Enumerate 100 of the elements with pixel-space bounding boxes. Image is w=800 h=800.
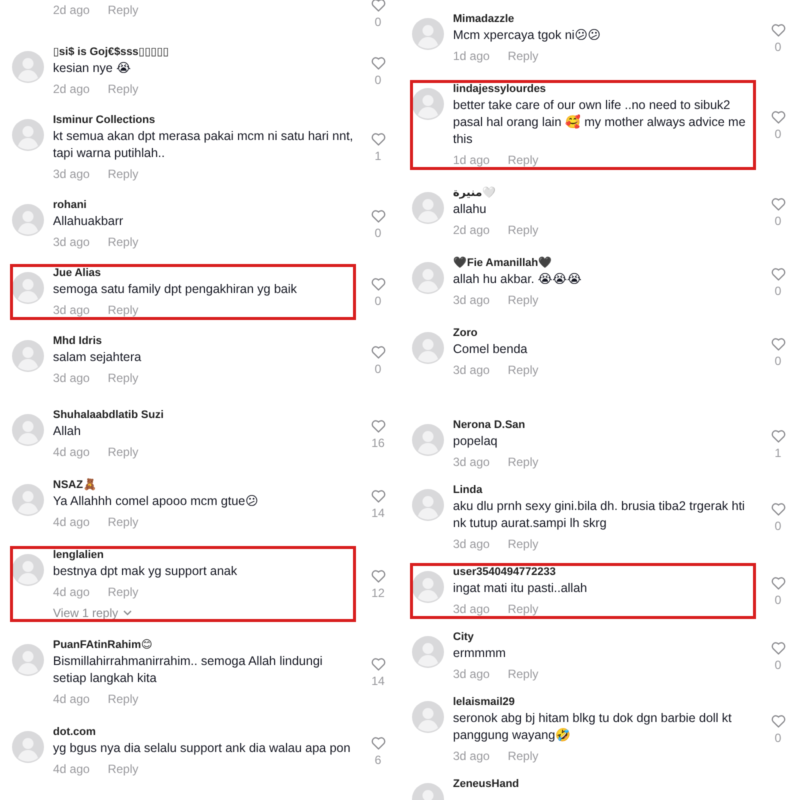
- reply-link[interactable]: Reply: [508, 362, 538, 378]
- reply-link[interactable]: Reply: [108, 584, 138, 600]
- comment-text: Allah: [53, 423, 82, 440]
- username[interactable]: rohani: [53, 198, 357, 213]
- comment-time: 3d ago: [453, 748, 490, 764]
- like-icon[interactable]: [770, 196, 786, 210]
- like-count: 0: [374, 226, 382, 240]
- username[interactable]: Zoro: [453, 326, 757, 341]
- like-icon[interactable]: [770, 576, 786, 590]
- reply-link[interactable]: Reply: [508, 748, 538, 764]
- comment-text: allah hu akbar. 😭😭😭: [453, 271, 583, 288]
- comment-text: yg bgus nya dia selalu support ank dia walau apa pon: [53, 740, 352, 757]
- like-icon[interactable]: [370, 344, 386, 358]
- comment-time: 3d ago: [453, 666, 490, 682]
- like-icon[interactable]: [370, 208, 386, 222]
- reply-link[interactable]: Reply: [508, 152, 538, 168]
- avatar-icon: [412, 262, 444, 294]
- avatar-icon: [12, 51, 44, 83]
- like-count: 0: [774, 592, 782, 606]
- username[interactable]: Nerona D.San: [453, 418, 757, 433]
- username[interactable]: Mhd Idris: [53, 334, 357, 349]
- username[interactable]: user3540494772233: [453, 565, 757, 580]
- avatar-icon: [12, 484, 44, 516]
- comment-text: popelaq: [453, 433, 498, 450]
- username[interactable]: Shuhalaabdlatib Suzi: [53, 408, 357, 423]
- comment-text: Comel benda: [453, 341, 528, 358]
- reply-link[interactable]: Reply: [108, 2, 138, 18]
- comment-text: kesian nye 😭: [53, 60, 132, 77]
- reply-link[interactable]: Reply: [108, 234, 138, 250]
- reply-link[interactable]: Reply: [108, 370, 138, 386]
- comment-time: 3d ago: [53, 370, 90, 386]
- reply-link[interactable]: Reply: [508, 666, 538, 682]
- username[interactable]: City: [453, 630, 757, 645]
- like-count: 0: [774, 284, 782, 298]
- reply-link[interactable]: Reply: [108, 514, 138, 530]
- comment-text: ermmmm: [453, 645, 507, 662]
- like-count: 0: [374, 15, 382, 29]
- like-count: 0: [374, 72, 382, 86]
- like-icon[interactable]: [770, 110, 786, 124]
- reply-link[interactable]: Reply: [108, 81, 138, 97]
- reply-link[interactable]: Reply: [108, 444, 138, 460]
- reply-link[interactable]: Reply: [508, 222, 538, 238]
- like-icon[interactable]: [370, 418, 386, 432]
- like-icon[interactable]: [370, 132, 386, 146]
- like-icon[interactable]: [370, 736, 386, 750]
- username[interactable]: lelaismail29: [453, 695, 757, 710]
- comment-time: 4d ago: [53, 761, 90, 777]
- username[interactable]: PuanFAtinRahim😊: [53, 638, 357, 653]
- username[interactable]: Linda: [453, 483, 757, 498]
- like-icon[interactable]: [770, 336, 786, 350]
- like-icon[interactable]: [770, 714, 786, 728]
- like-icon[interactable]: [370, 276, 386, 290]
- reply-link[interactable]: Reply: [508, 292, 538, 308]
- like-icon[interactable]: [770, 428, 786, 442]
- like-count: 1: [774, 446, 782, 460]
- like-icon[interactable]: [370, 56, 386, 70]
- like-count: 12: [371, 586, 385, 600]
- like-icon[interactable]: [370, 568, 386, 582]
- comment-text: seronok abg bj hitam blkg tu dok dgn barbie doll kt panggung wayang🤣: [453, 710, 733, 744]
- comment-time: 4d ago: [53, 584, 90, 600]
- reply-link[interactable]: Reply: [108, 166, 138, 182]
- comment-time: 3d ago: [453, 292, 490, 308]
- username[interactable]: dot.com: [53, 725, 357, 740]
- username[interactable]: Mimadazzle: [453, 12, 757, 27]
- avatar-icon: [12, 731, 44, 763]
- username[interactable]: lenglalien: [53, 548, 357, 563]
- reply-link[interactable]: Reply: [508, 48, 538, 64]
- comment-text: Mcm xpercaya tgok ni😕😕: [453, 27, 602, 44]
- like-icon[interactable]: [770, 266, 786, 280]
- reply-link[interactable]: Reply: [108, 302, 138, 318]
- username[interactable]: Jue Alias: [53, 266, 357, 281]
- username[interactable]: ▯si$ is Goj€$sss▯▯▯▯▯: [53, 45, 357, 60]
- like-icon[interactable]: [370, 488, 386, 502]
- reply-link[interactable]: Reply: [508, 454, 538, 470]
- comment-text: kt semua akan dpt merasa pakai mcm ni satu hari nnt, tapi warna putihlah..: [53, 128, 354, 162]
- comment-time: 3d ago: [53, 302, 90, 318]
- like-icon[interactable]: [370, 657, 386, 671]
- reply-link[interactable]: Reply: [508, 601, 538, 617]
- comment-time: 2d ago: [53, 81, 90, 97]
- username[interactable]: 🖤Fie Amanillah🖤: [453, 256, 757, 271]
- like-icon[interactable]: [370, 0, 386, 12]
- username[interactable]: منيرة🤍: [453, 186, 757, 201]
- reply-link[interactable]: Reply: [108, 761, 138, 777]
- avatar-icon: [12, 554, 44, 586]
- reply-link[interactable]: Reply: [108, 691, 138, 707]
- username[interactable]: Isminur Collections: [53, 113, 357, 128]
- avatar-icon: [12, 119, 44, 151]
- username[interactable]: NSAZ🧸: [53, 478, 357, 493]
- like-icon[interactable]: [770, 22, 786, 36]
- like-icon[interactable]: [770, 502, 786, 516]
- comment-text: better take care of our own life ..no need to sibuk2 pasal hal orang lain 🥰 my mother always advice me this: [453, 97, 747, 148]
- avatar-icon: [412, 489, 444, 521]
- username[interactable]: ZeneusHand: [453, 777, 790, 792]
- username[interactable]: lindajessylourdes: [453, 82, 757, 97]
- comment-time: 3d ago: [453, 601, 490, 617]
- like-count: 0: [774, 519, 782, 533]
- view-replies-link[interactable]: View 1 reply: [53, 606, 357, 620]
- like-icon[interactable]: [770, 640, 786, 654]
- reply-link[interactable]: Reply: [508, 536, 538, 552]
- avatar-icon: [412, 88, 444, 120]
